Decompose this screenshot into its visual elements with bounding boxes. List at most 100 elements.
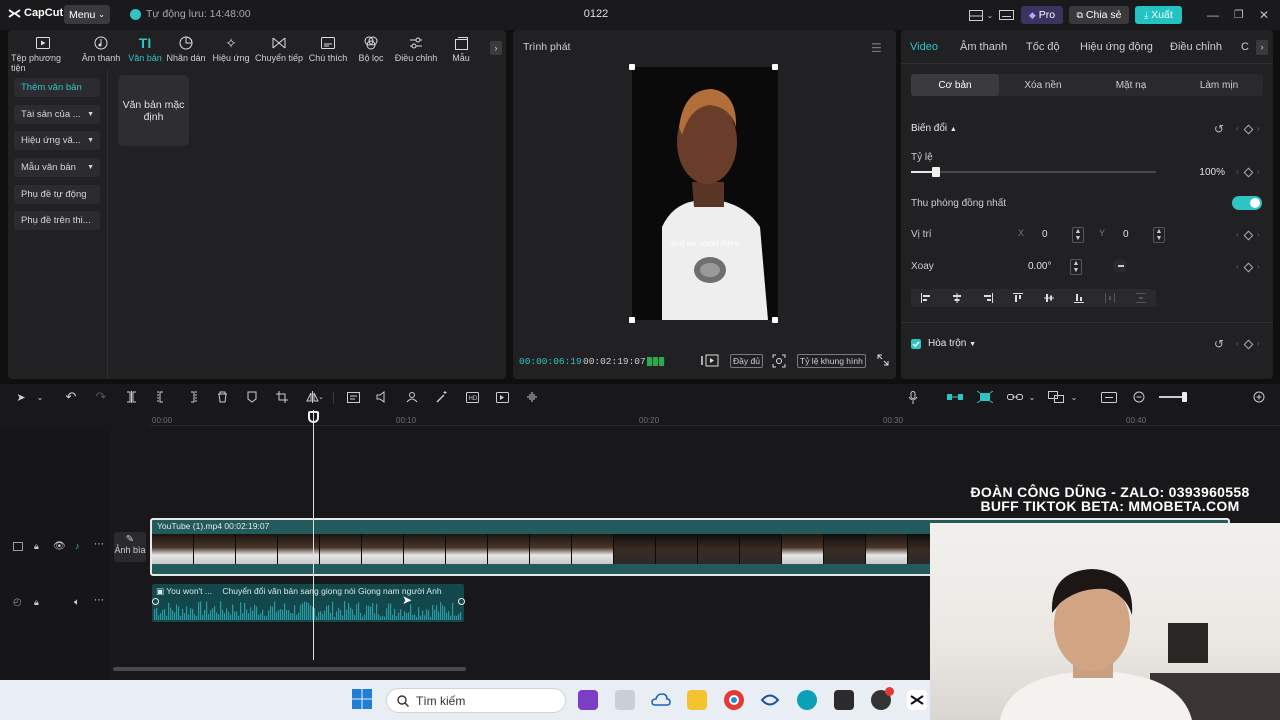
- y-stepper[interactable]: ▲ ▼: [1153, 227, 1165, 243]
- rotate-field[interactable]: 0.00° ▲ ▼: [1012, 258, 1092, 276]
- mirror-dropdown-icon[interactable]: ⌄: [314, 390, 328, 404]
- align-top-icon[interactable]: [1013, 293, 1024, 303]
- next-keyframe-icon[interactable]: ›: [1257, 230, 1260, 239]
- audio-toggle-icon[interactable]: ♪: [75, 541, 80, 551]
- audio-clip-handle-left[interactable]: [152, 598, 159, 605]
- reset-icon[interactable]: ↺: [1214, 122, 1224, 136]
- audio-wave-icon[interactable]: [525, 390, 539, 404]
- windows-start-icon[interactable]: [352, 689, 372, 709]
- video-preview[interactable]: and we stand there: [632, 67, 778, 320]
- tab-video[interactable]: Video: [910, 41, 938, 53]
- lock-icon[interactable]: 🔒︎: [34, 541, 39, 552]
- chevron-right-icon[interactable]: ›: [490, 41, 502, 55]
- split-icon[interactable]: [124, 390, 138, 404]
- auto-snap-icon[interactable]: [977, 390, 993, 404]
- ai-edit-icon[interactable]: [495, 390, 509, 404]
- magic-wand-icon[interactable]: [435, 390, 449, 404]
- playhead-handle[interactable]: [308, 411, 319, 423]
- keyframe-icon[interactable]: [1243, 262, 1254, 273]
- chrome-icon[interactable]: [724, 690, 744, 710]
- scale-slider-knob[interactable]: [931, 167, 940, 177]
- play-pause-icon[interactable]: [700, 353, 720, 368]
- trim-right-icon[interactable]: [184, 390, 198, 404]
- link-icon[interactable]: [1007, 390, 1023, 404]
- align-center-v-icon[interactable]: [1043, 293, 1054, 303]
- restore-icon[interactable]: ❐: [1234, 8, 1244, 21]
- aspect-ratio-button[interactable]: Tỷ lệ khung hình: [797, 354, 866, 368]
- distribute-h-icon[interactable]: [1105, 293, 1116, 303]
- tab-effects[interactable]: ✧ Hiệu ứng: [211, 35, 251, 64]
- tab-transition[interactable]: Chuyển tiếp: [253, 35, 305, 63]
- align-right-icon[interactable]: [983, 293, 993, 303]
- tab-sticker[interactable]: Nhãn dán: [166, 35, 206, 63]
- layout-icon[interactable]: [965, 6, 987, 24]
- prev-keyframe-icon[interactable]: ‹: [1236, 167, 1239, 176]
- microphone-icon[interactable]: [906, 390, 920, 404]
- align-bottom-icon[interactable]: [1074, 293, 1085, 303]
- transform-section-title[interactable]: Biến đổi ▲: [911, 123, 957, 134]
- x-stepper[interactable]: ▲ ▼: [1072, 227, 1084, 243]
- zoom-fit-icon[interactable]: [1252, 390, 1266, 404]
- main-track-magnet-icon[interactable]: [947, 390, 963, 404]
- prev-keyframe-icon[interactable]: ‹: [1236, 262, 1239, 271]
- chevron-right-icon[interactable]: ›: [1256, 40, 1268, 55]
- trim-left-icon[interactable]: [155, 390, 169, 404]
- uniform-scale-toggle[interactable]: [1232, 196, 1262, 210]
- keyboard-icon[interactable]: [996, 6, 1016, 24]
- position-x-field[interactable]: X 0 ▲ ▼: [1012, 226, 1092, 244]
- project-title[interactable]: 0122: [560, 8, 632, 20]
- frame-icon[interactable]: [346, 390, 360, 404]
- tts-audio-clip[interactable]: ▣ You won't ... Chuyển đổi văn bản sang …: [152, 584, 464, 622]
- more-options-icon[interactable]: ⋯: [94, 539, 104, 550]
- sidebar-item-add-text[interactable]: Thêm văn bản: [14, 78, 100, 97]
- playhead[interactable]: [313, 410, 314, 660]
- resize-handle-tl[interactable]: [629, 64, 635, 70]
- prev-keyframe-icon[interactable]: ‹: [1236, 339, 1239, 348]
- capcut-taskbar-icon[interactable]: [907, 690, 927, 710]
- resize-handle-tr[interactable]: [772, 64, 778, 70]
- audio-extract-icon[interactable]: [375, 390, 389, 404]
- app-icon-1[interactable]: [578, 690, 598, 710]
- hd-icon[interactable]: HD: [465, 390, 479, 404]
- prev-keyframe-icon[interactable]: ‹: [1236, 124, 1239, 133]
- crop-icon[interactable]: [275, 390, 289, 404]
- blend-section-title[interactable]: Hòa trộn ▼: [928, 338, 976, 349]
- onedrive-icon[interactable]: [651, 690, 671, 710]
- sidebar-item-lyrics[interactable]: Phụ đề trên thi...: [14, 211, 100, 230]
- sidebar-item-text-templates[interactable]: Mẫu văn bản ▼: [14, 158, 100, 177]
- next-keyframe-icon[interactable]: ›: [1257, 262, 1260, 271]
- layout-dropdown-icon[interactable]: ⌄: [985, 6, 995, 24]
- zoom-slider-knob[interactable]: [1182, 392, 1187, 402]
- tab-text[interactable]: TI Văn bản: [125, 35, 165, 63]
- align-center-h-icon[interactable]: [952, 293, 962, 303]
- tab-speed[interactable]: Tốc độ: [1026, 41, 1060, 53]
- more-options-icon[interactable]: ⋯: [94, 595, 104, 606]
- screenshot-icon[interactable]: [1101, 390, 1117, 404]
- app-icon-9[interactable]: [871, 687, 894, 710]
- cursor-select-icon[interactable]: ➤: [14, 390, 28, 404]
- undo-icon[interactable]: ↶: [64, 389, 78, 404]
- fullscreen-preview-button[interactable]: Đầy đủ: [730, 354, 763, 368]
- file-explorer-icon[interactable]: [687, 690, 707, 710]
- lock-icon[interactable]: 🔒︎: [34, 597, 39, 608]
- share-button[interactable]: ⧉ Chia sẻ: [1069, 6, 1129, 24]
- preview-axis-icon[interactable]: [1048, 390, 1064, 404]
- scale-value-field[interactable]: 100%: [1169, 164, 1225, 180]
- next-keyframe-icon[interactable]: ›: [1257, 339, 1260, 348]
- zoom-out-icon[interactable]: [1132, 390, 1146, 404]
- tab-captions[interactable]: Chú thích: [307, 35, 349, 63]
- pro-button[interactable]: ◆ Pro: [1021, 6, 1063, 24]
- next-keyframe-icon[interactable]: ›: [1257, 124, 1260, 133]
- keyframe-icon[interactable]: [1243, 167, 1254, 178]
- blend-checkbox[interactable]: [911, 339, 921, 349]
- gallery-icon[interactable]: [615, 690, 635, 710]
- sidebar-item-my-assets[interactable]: Tài sản của ... ▼: [14, 105, 100, 124]
- timeline-scrollbar[interactable]: [113, 667, 466, 671]
- audio-clip-handle-right[interactable]: [458, 598, 465, 605]
- rotate-dial-icon[interactable]: [1113, 259, 1127, 273]
- sidebar-item-text-effects[interactable]: Hiệu ứng vă... ▼: [14, 131, 100, 150]
- tab-animation[interactable]: Hiệu ứng động: [1080, 41, 1153, 53]
- select-dropdown-icon[interactable]: ⌄: [33, 390, 47, 404]
- sidebar-item-auto-captions[interactable]: Phụ đề tự động: [14, 185, 100, 204]
- resize-handle-br[interactable]: [772, 317, 778, 323]
